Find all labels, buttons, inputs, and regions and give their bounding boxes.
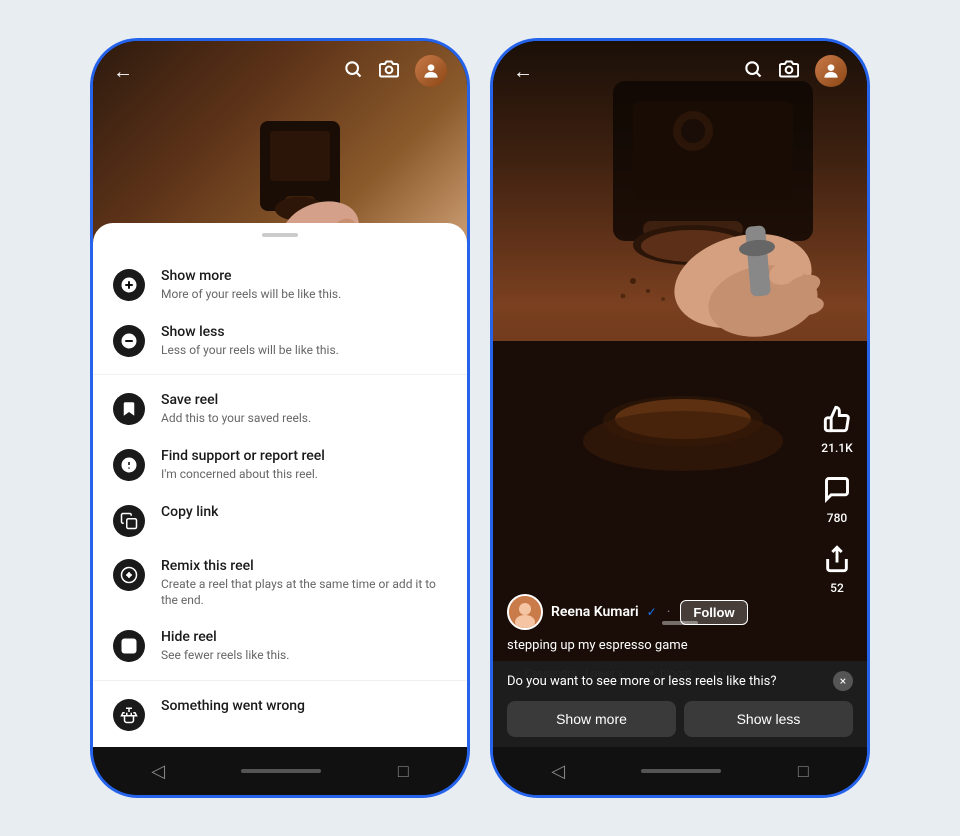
reena-avatar[interactable] <box>507 594 543 630</box>
save-reel-text: Save reel Add this to your saved reels. <box>161 391 447 427</box>
remix-reel-title: Remix this reel <box>161 557 447 575</box>
back-button-right[interactable]: ← <box>513 59 533 84</box>
sheet-section-3: Something went wrong <box>93 681 467 747</box>
dot-separator: · <box>667 604 671 620</box>
like-action[interactable]: 21.1K <box>819 401 855 455</box>
back-button[interactable]: ← <box>113 59 133 84</box>
verified-icon: ✓ <box>647 605 657 619</box>
remix-reel-subtitle: Create a reel that plays at the same tim… <box>161 577 447 608</box>
like-icon <box>819 401 855 437</box>
user-name: Reena Kumari <box>551 604 639 620</box>
comment-icon <box>819 471 855 507</box>
user-avatar-left[interactable] <box>415 55 447 87</box>
remix-reel-text: Remix this reel Create a reel that plays… <box>161 557 447 608</box>
sheet-handle <box>262 233 298 237</box>
hide-reel-icon <box>113 630 145 662</box>
app-container: ← <box>20 38 940 798</box>
save-reel-subtitle: Add this to your saved reels. <box>161 411 447 427</box>
side-actions: 21.1K 780 52 <box>819 401 855 595</box>
header-right: ← <box>493 41 867 97</box>
copy-link-title: Copy link <box>161 503 447 521</box>
user-row: Reena Kumari ✓ · Follow <box>507 594 793 630</box>
find-support-item[interactable]: Find support or report reel I'm concerne… <box>93 437 467 493</box>
bottom-nav-right: ◁ □ <box>493 747 867 795</box>
comment-action[interactable]: 780 <box>819 471 855 525</box>
camera-icon-right[interactable] <box>779 59 799 84</box>
hide-reel-text: Hide reel See fewer reels like this. <box>161 628 447 664</box>
hide-reel-item[interactable]: Hide reel See fewer reels like this. <box>93 618 467 674</box>
hide-reel-title: Hide reel <box>161 628 447 646</box>
follow-button[interactable]: Follow <box>680 600 747 625</box>
show-less-title: Show less <box>161 323 447 341</box>
bug-icon <box>113 699 145 731</box>
show-more-icon <box>113 269 145 301</box>
back-nav-icon-right[interactable]: ◁ <box>551 761 565 782</box>
find-support-text: Find support or report reel I'm concerne… <box>161 447 447 483</box>
search-icon-right[interactable] <box>743 59 763 84</box>
home-bar-right[interactable] <box>641 769 721 773</box>
close-icon: × <box>840 674 846 688</box>
show-less-subtitle: Less of your reels will be like this. <box>161 343 447 359</box>
copy-link-text: Copy link <box>161 503 447 521</box>
prompt-question-text: Do you want to see more or less reels li… <box>507 674 776 689</box>
show-less-icon <box>113 325 145 357</box>
prompt-show-less-button[interactable]: Show less <box>684 701 853 737</box>
show-more-text: Show more More of your reels will be lik… <box>161 267 447 303</box>
save-reel-title: Save reel <box>161 391 447 409</box>
back-nav-icon[interactable]: ◁ <box>151 761 165 782</box>
right-phone: ← 21.1K <box>490 38 870 798</box>
show-more-item[interactable]: Show more More of your reels will be lik… <box>93 257 467 313</box>
bottom-sheet: Show more More of your reels will be lik… <box>93 223 467 747</box>
copy-link-icon <box>113 505 145 537</box>
find-support-subtitle: I'm concerned about this reel. <box>161 467 447 483</box>
save-reel-icon <box>113 393 145 425</box>
hide-reel-subtitle: See fewer reels like this. <box>161 648 447 664</box>
save-reel-item[interactable]: Save reel Add this to your saved reels. <box>93 381 467 437</box>
home-bar-left[interactable] <box>241 769 321 773</box>
prompt-close-button[interactable]: × <box>833 671 853 691</box>
header-icons <box>343 55 447 87</box>
comment-count: 780 <box>827 511 847 525</box>
prompt-show-more-button[interactable]: Show more <box>507 701 676 737</box>
show-less-text: Show less Less of your reels will be lik… <box>161 323 447 359</box>
find-support-icon <box>113 449 145 481</box>
prompt-question-row: Do you want to see more or less reels li… <box>507 671 853 691</box>
share-icon <box>819 541 855 577</box>
bottom-nav-left: ◁ □ <box>93 747 467 795</box>
sheet-section-2: Save reel Add this to your saved reels. … <box>93 375 467 681</box>
show-more-title: Show more <box>161 267 447 285</box>
remix-reel-icon <box>113 559 145 591</box>
search-icon[interactable] <box>343 59 363 84</box>
video-caption: stepping up my espresso game <box>507 638 793 653</box>
share-action[interactable]: 52 <box>819 541 855 595</box>
camera-icon[interactable] <box>379 59 399 84</box>
share-count: 52 <box>830 581 844 595</box>
copy-link-item[interactable]: Copy link <box>93 493 467 547</box>
something-wrong-title: Something went wrong <box>161 697 447 715</box>
something-wrong-text: Something went wrong <box>161 697 447 715</box>
square-nav-icon[interactable]: □ <box>398 761 409 782</box>
something-wrong-item[interactable]: Something went wrong <box>93 687 467 741</box>
show-more-subtitle: More of your reels will be like this. <box>161 287 447 303</box>
header-left: ← <box>93 41 467 97</box>
prompt-bar: Do you want to see more or less reels li… <box>493 661 867 747</box>
show-less-item[interactable]: Show less Less of your reels will be lik… <box>93 313 467 369</box>
prompt-buttons: Show more Show less <box>507 701 853 737</box>
sheet-section-1: Show more More of your reels will be lik… <box>93 251 467 376</box>
user-avatar-right[interactable] <box>815 55 847 87</box>
left-phone: ← <box>90 38 470 798</box>
header-icons-right <box>743 55 847 87</box>
square-nav-icon-right[interactable]: □ <box>798 761 809 782</box>
find-support-title: Find support or report reel <box>161 447 447 465</box>
like-count: 21.1K <box>821 441 852 455</box>
remix-reel-item[interactable]: Remix this reel Create a reel that plays… <box>93 547 467 618</box>
